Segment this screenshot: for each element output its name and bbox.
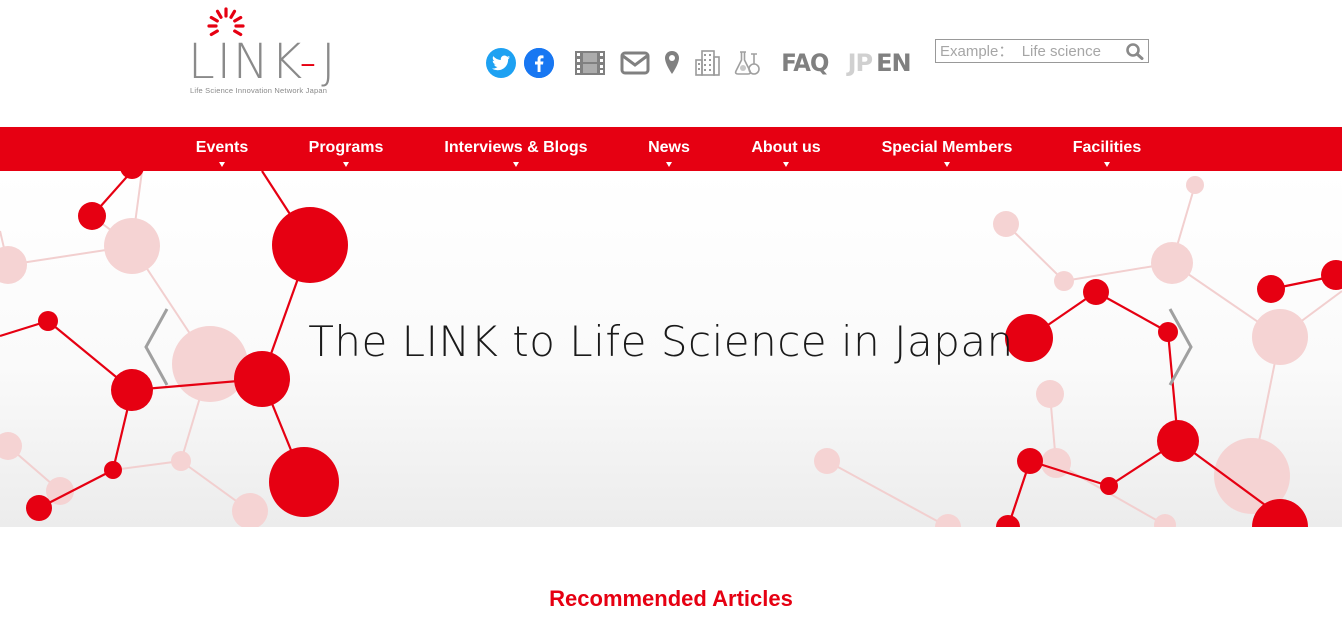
recommended-articles-heading: Recommended Articles bbox=[549, 586, 793, 611]
nav-item-interviews-blogs[interactable]: Interviews & Blogs bbox=[436, 127, 596, 171]
nav-item-facilities[interactable]: Facilities bbox=[1064, 127, 1150, 171]
dropdown-arrow-icon bbox=[343, 162, 349, 167]
dropdown-arrow-icon bbox=[219, 162, 225, 167]
faq-link[interactable]: FAQ bbox=[781, 49, 829, 77]
main-nav: Events Programs Interviews & Blogs News … bbox=[0, 127, 1342, 171]
language-en-link[interactable]: EN bbox=[876, 49, 911, 77]
twitter-icon[interactable] bbox=[486, 48, 516, 78]
dropdown-arrow-icon bbox=[513, 162, 519, 167]
header-icon-bar: FAQ JP EN bbox=[486, 46, 912, 80]
hero-tagline: The LINK to Life Science in Japan bbox=[308, 317, 1014, 366]
carousel-next-icon[interactable] bbox=[1166, 305, 1196, 389]
facebook-icon[interactable] bbox=[524, 48, 554, 78]
logo-tagline: Life Science Innovation Network Japan bbox=[190, 86, 328, 95]
nav-item-programs[interactable]: Programs bbox=[300, 127, 392, 171]
search-input[interactable] bbox=[940, 42, 1120, 60]
dropdown-arrow-icon bbox=[666, 162, 672, 167]
logo-wordmark: LINK-J bbox=[188, 34, 338, 90]
mail-icon[interactable] bbox=[620, 46, 650, 80]
search-icon[interactable] bbox=[1125, 42, 1145, 60]
language-jp-link[interactable]: JP bbox=[848, 49, 874, 77]
dropdown-arrow-icon bbox=[783, 162, 789, 167]
map-pin-icon[interactable] bbox=[664, 46, 680, 80]
search-box bbox=[935, 39, 1149, 63]
hero-carousel: The LINK to Life Science in Japan bbox=[0, 171, 1342, 527]
link-j-logo[interactable]: LINK-J Life Science Innovation Network J… bbox=[188, 6, 358, 98]
nav-item-special-members[interactable]: Special Members bbox=[874, 127, 1020, 171]
site-header: LINK-J Life Science Innovation Network J… bbox=[0, 0, 1342, 127]
dropdown-arrow-icon bbox=[944, 162, 950, 167]
nav-item-news[interactable]: News bbox=[640, 127, 698, 171]
lab-flask-icon[interactable] bbox=[734, 46, 762, 80]
nav-item-about-us[interactable]: About us bbox=[744, 127, 828, 171]
video-icon[interactable] bbox=[574, 46, 606, 80]
carousel-prev-icon[interactable] bbox=[141, 305, 171, 389]
nav-item-events[interactable]: Events bbox=[186, 127, 258, 171]
dropdown-arrow-icon bbox=[1104, 162, 1110, 167]
building-icon[interactable] bbox=[694, 46, 720, 80]
